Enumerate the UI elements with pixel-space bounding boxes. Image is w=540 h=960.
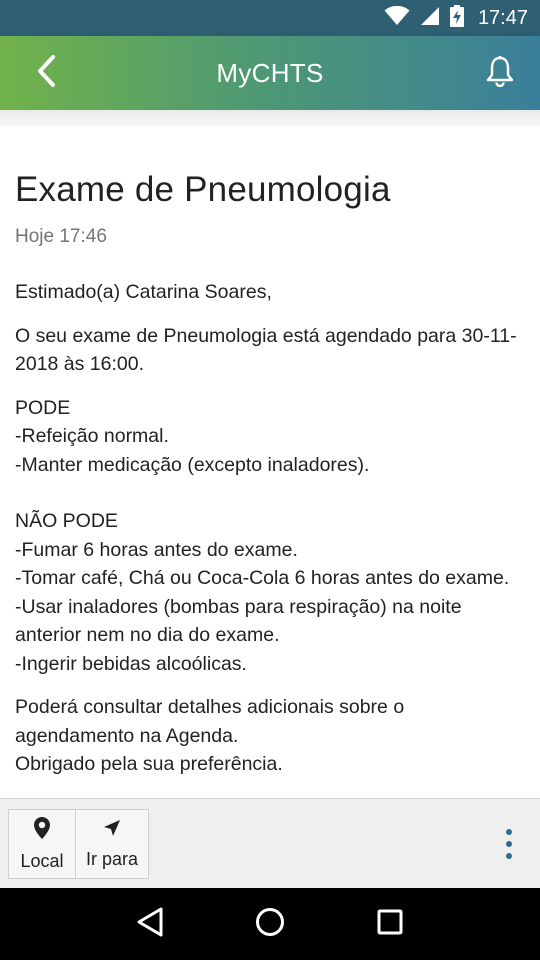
battery-charging-icon: [449, 4, 464, 32]
pode-item: -Manter medicação (excepto inaladores).: [15, 453, 370, 476]
closing-text: Poderá consultar detalhes adicionais sob…: [15, 696, 405, 747]
pode-header: PODE: [15, 396, 71, 419]
message-intro: O seu exame de Pneumologia está agendado…: [15, 324, 517, 376]
message-date: Hoje 17:46: [15, 226, 107, 247]
ir-para-label: Ir para: [85, 849, 139, 869]
system-nav-bar: [0, 888, 540, 960]
more-vertical-icon: [506, 829, 512, 859]
nav-recents-button[interactable]: [366, 900, 414, 948]
local-button[interactable]: Local: [9, 810, 75, 878]
pode-section: PODE -Refeição normal. -Manter medicação…: [15, 394, 525, 480]
message-closing: Poderá consultar detalhes adicionais sob…: [15, 693, 525, 779]
ir-para-button[interactable]: Ir para: [75, 810, 148, 878]
message-title: Exame de Pneumologia: [15, 170, 391, 209]
closing-thanks: Obrigado pela sua preferência.: [15, 753, 283, 775]
back-triangle-icon: [136, 907, 164, 942]
message-body: Estimado(a) Catarina Soares, O seu exame…: [15, 278, 525, 779]
bell-icon: [485, 55, 515, 92]
recents-square-icon: [377, 909, 403, 940]
local-label: Local: [20, 851, 64, 871]
nao-pode-item: -Ingerir bebidas alcoólicas.: [15, 652, 247, 675]
more-options-button[interactable]: [502, 829, 516, 859]
nao-pode-item: -Fumar 6 horas antes do exame.: [15, 538, 298, 561]
status-bar: 17:47: [0, 0, 540, 36]
nav-home-button[interactable]: [246, 900, 294, 948]
app-bar-divider: [0, 110, 540, 126]
nav-back-button[interactable]: [126, 900, 174, 948]
app-title: MyCHTS: [216, 57, 324, 88]
nao-pode-item: -Tomar café, Chá ou Coca-Cola 6 horas an…: [15, 567, 510, 589]
status-time: 17:47: [477, 6, 528, 29]
nao-pode-item: -Usar inaladores (bombas para respiração…: [15, 595, 462, 647]
chevron-left-icon: [35, 54, 57, 93]
status-icons: 17:47: [384, 4, 528, 32]
navigation-arrow-icon: [102, 818, 122, 843]
nao-pode-section: NÃO PODE -Fumar 6 horas antes do exame. …: [15, 507, 525, 678]
wifi-icon: [384, 5, 410, 31]
signal-icon: [420, 6, 440, 31]
notifications-button[interactable]: [480, 54, 520, 92]
message-greeting: Estimado(a) Catarina Soares,: [15, 281, 272, 303]
nao-pode-header: NÃO PODE: [15, 510, 118, 532]
back-button[interactable]: [28, 54, 64, 92]
action-group: Local Ir para: [8, 809, 149, 879]
message-content[interactable]: Exame de Pneumologia Hoje 17:46 Estimado…: [0, 126, 540, 798]
app-bar: MyCHTS: [0, 36, 540, 110]
pode-item: -Refeição normal.: [15, 425, 169, 447]
home-circle-icon: [255, 907, 285, 942]
map-pin-icon: [33, 816, 51, 845]
bottom-action-bar: Local Ir para: [0, 798, 540, 888]
